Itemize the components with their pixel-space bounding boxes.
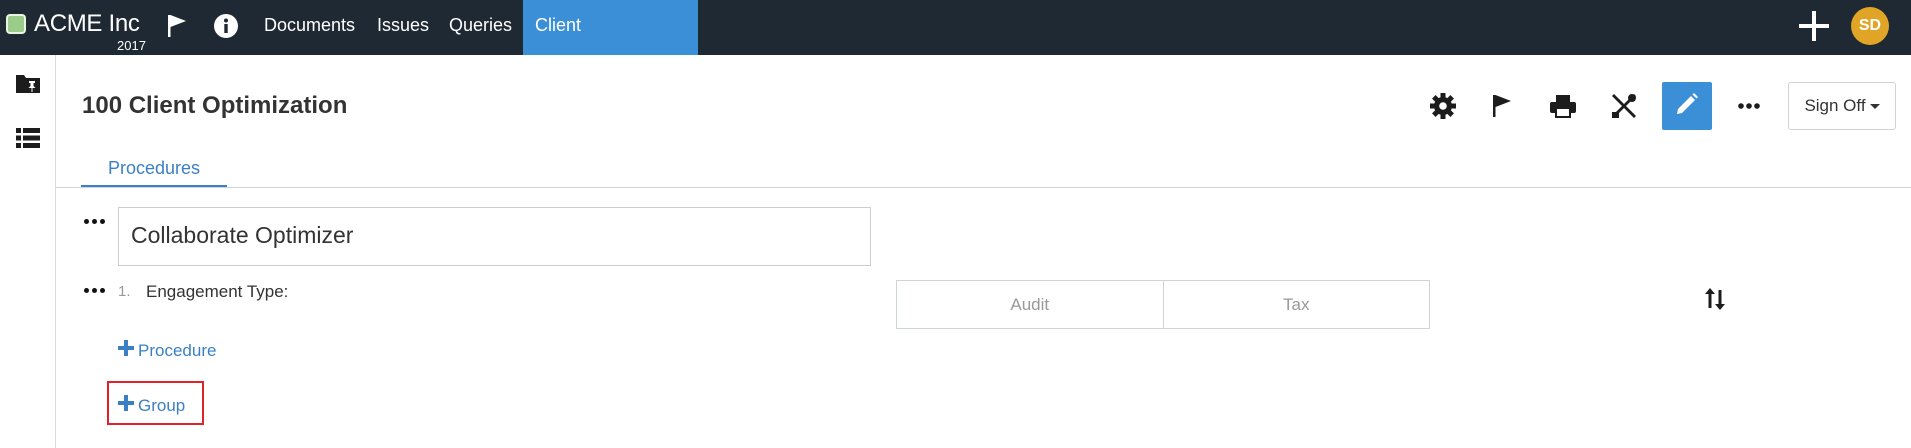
pencil-icon [1674, 91, 1700, 122]
flag-icon[interactable] [1484, 88, 1520, 124]
group-title-field[interactable]: Collaborate Optimizer [118, 207, 871, 266]
nav-queries[interactable]: Queries [437, 0, 524, 55]
gear-icon[interactable] [1425, 88, 1461, 124]
tab-procedures[interactable]: Procedures [81, 158, 227, 188]
step-number: 1. [118, 283, 131, 300]
chevron-down-icon [1869, 104, 1880, 110]
engagement-type-toggle: Audit Tax [896, 280, 1430, 329]
top-navbar: ACME Inc 2017 Documents Issues Queries C… [0, 0, 1911, 85]
printer-icon[interactable] [1545, 88, 1581, 124]
step-more-icon[interactable] [82, 285, 106, 295]
plus-icon [118, 395, 134, 416]
add-group-label: Group [138, 395, 186, 415]
flag-icon[interactable] [161, 10, 193, 42]
option-tax[interactable]: Tax [1162, 281, 1430, 328]
group-more-icon[interactable] [82, 216, 106, 226]
list-icon[interactable] [14, 124, 42, 152]
add-procedure-label: Procedure [138, 340, 217, 360]
info-icon[interactable] [210, 10, 242, 42]
nav-documents[interactable]: Documents [252, 0, 367, 55]
tools-icon[interactable] [1606, 88, 1642, 124]
option-audit[interactable]: Audit [897, 281, 1163, 328]
sign-off-label: Sign Off [1804, 96, 1866, 115]
left-sidebar [0, 55, 56, 448]
tabs-divider [56, 187, 1911, 188]
brand-name[interactable]: ACME Inc [34, 10, 140, 38]
nav-issues[interactable]: Issues [365, 0, 441, 55]
sign-off-button[interactable]: Sign Off [1788, 82, 1896, 130]
plus-icon [118, 340, 134, 361]
brand-logo[interactable] [6, 14, 26, 34]
avatar[interactable]: SD [1851, 7, 1889, 45]
nav-client-optimization[interactable]: Client Optimization [523, 0, 698, 85]
add-group-link[interactable]: Group [118, 395, 185, 416]
add-procedure-link[interactable]: Procedure [118, 340, 216, 361]
edit-button[interactable] [1662, 82, 1712, 130]
folder-pin-icon[interactable] [14, 69, 42, 97]
step-label: Engagement Type: [146, 282, 289, 301]
page-title: 100 Client Optimization [82, 92, 348, 119]
more-icon[interactable] [1731, 88, 1767, 124]
sort-arrows-icon[interactable] [1703, 286, 1727, 312]
add-icon[interactable] [1796, 8, 1832, 44]
brand-year: 2017 [117, 38, 146, 53]
